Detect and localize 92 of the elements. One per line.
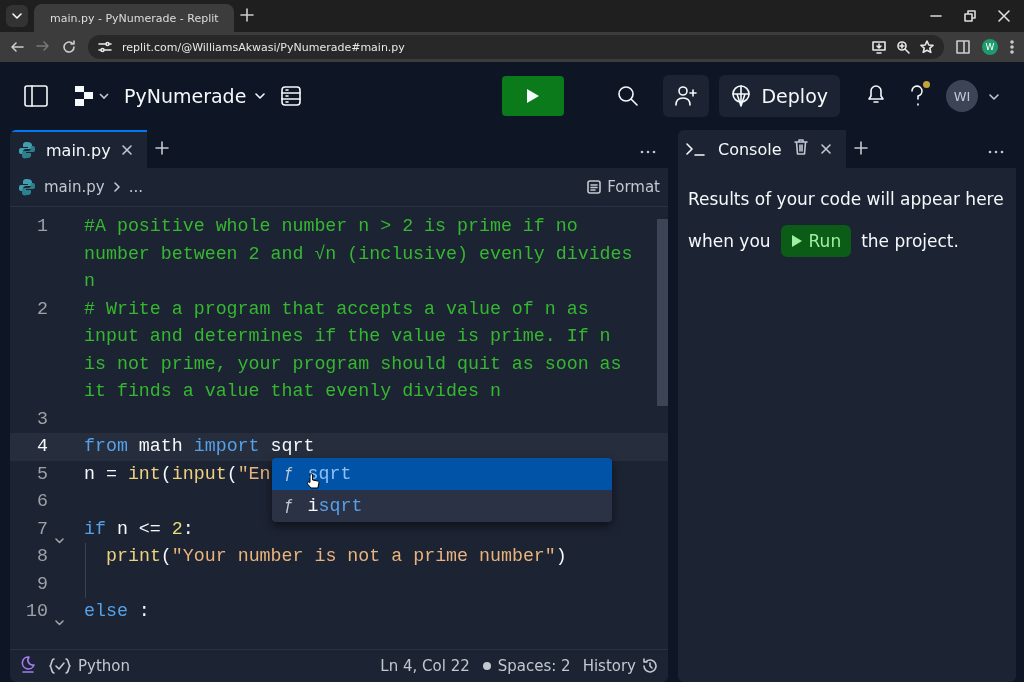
terminal-icon xyxy=(686,142,706,156)
project-name-menu[interactable]: PyNumerade xyxy=(120,85,271,107)
new-tab-icon[interactable] xyxy=(240,7,254,22)
restore-icon[interactable] xyxy=(964,10,976,22)
line-number: 4 xyxy=(37,435,48,458)
code-line: # Write a program that accepts a value of n as xyxy=(84,298,589,319)
line-number: 7 xyxy=(37,517,48,541)
breadcrumb-item[interactable]: main.py xyxy=(44,178,105,196)
tab-search-button[interactable] xyxy=(6,5,28,27)
deploy-icon xyxy=(731,85,752,107)
close-icon[interactable] xyxy=(819,142,832,155)
chevron-right-icon xyxy=(112,181,121,193)
chevron-down-icon xyxy=(254,91,267,101)
breadcrumb-item[interactable]: ... xyxy=(128,178,143,196)
replit-logo-icon[interactable] xyxy=(74,85,110,107)
fold-chevron-icon[interactable] xyxy=(55,537,64,544)
suggestion-item[interactable]: ƒ isqrt xyxy=(272,490,612,522)
history-icon xyxy=(642,658,658,674)
ai-icon[interactable] xyxy=(20,655,36,673)
play-icon xyxy=(790,234,803,248)
code-line: number between 2 and √n (inclusive) evenly divides xyxy=(84,243,633,264)
history-button[interactable]: History xyxy=(582,657,658,675)
site-settings-icon xyxy=(98,41,112,53)
help-icon[interactable] xyxy=(910,85,924,107)
suggestion-item[interactable]: ƒ sqrt xyxy=(272,458,612,490)
more-icon[interactable] xyxy=(640,148,656,155)
search-icon[interactable] xyxy=(617,85,640,107)
side-panel-icon[interactable] xyxy=(956,40,970,54)
more-icon[interactable] xyxy=(1010,40,1014,54)
profile-avatar[interactable]: W xyxy=(982,39,998,55)
invite-button[interactable] xyxy=(663,75,710,117)
add-tab-icon[interactable] xyxy=(853,140,868,155)
line-number: 8 xyxy=(37,545,48,568)
bell-icon[interactable] xyxy=(866,83,886,105)
line-number: 1 xyxy=(37,215,48,238)
cursor-position[interactable]: Ln 4, Col 22 xyxy=(380,657,470,675)
console-message: when you xyxy=(688,230,771,253)
chevron-down-icon xyxy=(11,11,23,21)
sidebar-icon[interactable] xyxy=(24,85,48,107)
dot-icon xyxy=(481,661,492,671)
chevron-down-icon[interactable] xyxy=(988,91,1000,102)
python-icon xyxy=(18,141,36,159)
forward-icon[interactable] xyxy=(36,38,50,53)
trash-icon[interactable] xyxy=(793,139,808,155)
user-avatar[interactable]: WI xyxy=(946,80,978,112)
play-icon xyxy=(526,88,541,104)
python-icon xyxy=(18,178,36,196)
line-number: 5 xyxy=(37,462,48,486)
install-icon[interactable] xyxy=(872,40,886,54)
address-bar[interactable]: replit.com/@WilliamsAkwasi/PyNumerade#main.py xyxy=(88,35,944,59)
deploy-button[interactable]: Deploy xyxy=(719,75,840,117)
format-button[interactable]: Format xyxy=(587,178,660,196)
star-icon[interactable] xyxy=(920,40,934,54)
back-icon[interactable] xyxy=(10,40,24,54)
code-line: n xyxy=(84,271,95,291)
tab-label: Console xyxy=(718,139,782,159)
indentation-setting[interactable]: Spaces: 2 xyxy=(481,657,571,675)
console-message: Results of your code will appear here xyxy=(688,189,1004,209)
code-line: is not prime, your program should quit as soon as xyxy=(84,353,622,374)
code-line: from math import sqrt xyxy=(84,436,315,456)
language-indicator[interactable]: Python xyxy=(48,657,130,675)
code-line: n = int(input("En xyxy=(84,463,271,484)
run-button[interactable] xyxy=(502,76,565,116)
reload-icon[interactable] xyxy=(62,40,76,54)
close-icon[interactable] xyxy=(120,143,133,156)
code-line: print("Your number is not a prime number") xyxy=(106,546,567,566)
console-tab[interactable]: Console xyxy=(678,130,846,168)
code-check-icon xyxy=(48,658,72,674)
line-number: 10 xyxy=(26,600,48,623)
format-icon xyxy=(587,180,602,194)
more-icon[interactable] xyxy=(988,148,1004,155)
fold-chevron-icon[interactable] xyxy=(55,620,64,626)
add-user-icon xyxy=(675,85,698,107)
browser-tab[interactable]: main.py - PyNumerade - Replit xyxy=(34,4,234,32)
scrollbar[interactable] xyxy=(657,219,668,406)
file-tab[interactable]: main.py xyxy=(10,130,147,168)
line-number: 2 xyxy=(37,297,48,321)
close-icon[interactable] xyxy=(998,10,1010,22)
line-number: 6 xyxy=(37,490,48,513)
tab-label: main.py xyxy=(46,140,111,160)
console-message: the project. xyxy=(861,230,959,253)
code-line: #A positive whole number n > 2 is prime if no xyxy=(84,216,578,236)
add-tab-icon[interactable] xyxy=(154,140,169,155)
line-number: 3 xyxy=(37,407,48,431)
code-line: it finds a value that evenly divides n xyxy=(84,381,501,401)
files-icon[interactable] xyxy=(280,85,303,107)
run-button[interactable]: Run xyxy=(780,225,852,257)
line-number: 9 xyxy=(37,572,48,596)
code-line: else : xyxy=(84,601,150,621)
zoom-icon[interactable] xyxy=(896,40,910,54)
code-line: input and determines if the value is prime. If n xyxy=(84,326,611,346)
code-line: if n <= 2: xyxy=(84,518,194,539)
